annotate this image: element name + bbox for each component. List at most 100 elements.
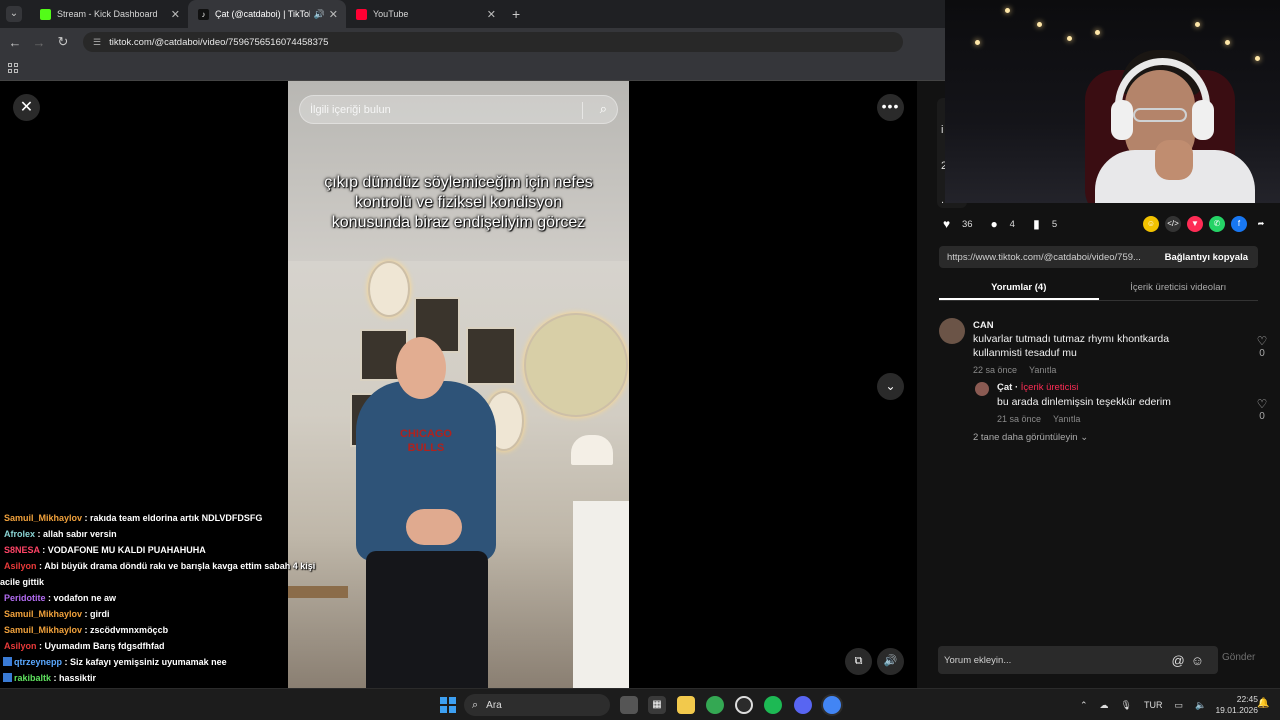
copy-link-button[interactable]: Bağlantıyı kopyala [1155,252,1258,263]
chat-message: Samuil_Mikhaylov : zscödvmnxmöçcb [0,622,330,638]
video-lamp [571,435,613,465]
chrome-icon[interactable] [706,696,724,714]
whatsapp-icon[interactable]: ✆ [1209,216,1225,232]
notification-bell-icon[interactable]: 🔔 [1257,698,1269,709]
search-icon[interactable]: ⌕ [600,101,607,117]
more-options-button[interactable]: ••• [877,94,904,121]
video-poster [524,313,628,417]
tab-search-chevron-icon[interactable]: ⌄ [6,6,22,22]
site-settings-icon[interactable]: ☰ [93,37,101,48]
discord-icon[interactable] [794,696,812,714]
chat-username[interactable]: Asilyon [4,641,37,651]
chat-text: : zscödvmnxmöçcb [84,625,169,635]
chat-username[interactable]: Peridotite [4,593,46,603]
video-poster [466,327,516,385]
taskbar-search-label: Ara [486,699,502,711]
volume-button[interactable]: 🔊 [877,648,904,675]
comment-text: kulvarlar tutmadı tutmaz rhymı khontkard… [973,333,1170,359]
tray-chevron-icon[interactable]: ⌃ [1080,700,1088,711]
comment-action[interactable]: ● 4 [987,217,1014,232]
video-person-legs [366,551,488,688]
fairy-light [1005,8,1010,13]
microphone-icon[interactable]: 🎙 [1121,700,1132,711]
reply-like[interactable]: ♡ 0 [1255,397,1269,422]
embed-icon[interactable]: </> [1165,216,1181,232]
related-search-input[interactable]: İlgili içeriği bulun ⌕ [299,95,618,124]
chat-username[interactable]: rakibaltk [14,673,51,683]
system-tray: ⌃ ☁ 🎙 TUR ▭ 🔈 [1080,689,1218,720]
reload-icon[interactable]: ↻ [51,34,75,50]
webcam-overlay [945,0,1280,203]
comment-like[interactable]: ♡ 0 [1255,334,1269,359]
store-icon[interactable]: ▦ [648,696,666,714]
browser-nav-bar: ← → ↻ ☰ tiktok.com/@catdaboi/video/75967… [0,28,945,56]
save-action[interactable]: ▮ 5 [1029,217,1057,232]
file-explorer-icon[interactable] [677,696,695,714]
back-icon[interactable]: ← [3,35,27,50]
speaker-icon[interactable]: 🔈 [1195,700,1206,711]
close-tab-icon[interactable]: ✕ [487,8,496,21]
search-placeholder: İlgili içeriği bulun [310,103,391,116]
share-link-text[interactable]: https://www.tiktok.com/@catdaboi/video/7… [939,252,1155,263]
avatar[interactable] [975,382,989,396]
reply-author[interactable]: Çat · İçerik üreticisi [997,382,1078,393]
chrome-active-icon[interactable] [823,696,841,714]
language-indicator[interactable]: TUR [1144,700,1163,710]
avatar[interactable] [939,318,965,344]
tab-creator-videos[interactable]: İçerik üreticisi videoları [1099,277,1259,300]
share-arrow-icon[interactable]: ➦ [1253,216,1269,232]
floating-player-button[interactable]: ⧉ [845,648,872,675]
taskbar-search[interactable]: ⌕ Ara [464,694,610,716]
tab-audio-icon[interactable]: 🔊 [314,9,325,20]
chat-username[interactable]: Samuil_Mikhaylov [4,625,82,635]
new-tab-icon[interactable]: + [512,6,520,22]
address-bar[interactable]: ☰ tiktok.com/@catdaboi/video/75967565160… [83,32,903,52]
like-action[interactable]: ♥ 36 [939,217,973,232]
close-tab-icon[interactable]: ✕ [171,8,180,21]
send-comment-button[interactable]: Gönder [1222,652,1255,663]
comment-input[interactable]: Yorum ekleyin... @☺ [938,646,1218,674]
view-more-replies[interactable]: 2 tane daha görüntüleyin ⌄ [973,432,1088,443]
fairy-light [975,40,980,45]
video-player[interactable]: CHICAGO BULLS İlgili içeriği bulun ⌕ çık… [288,81,629,688]
onedrive-icon[interactable]: ☁ [1100,700,1109,711]
spotify-icon[interactable] [764,696,782,714]
windows-start-icon[interactable] [440,697,456,713]
tab-tiktok[interactable]: ♪ Çat (@catdaboi) | TikTok 🔊 ✕ [188,0,346,28]
tab-kick-dashboard[interactable]: Stream - Kick Dashboard ✕ [30,0,188,28]
close-viewer-button[interactable]: ✕ [13,94,40,121]
reply-like-count: 0 [1259,411,1265,422]
obs-icon[interactable] [735,696,753,714]
heart-icon[interactable]: ♥ [939,217,954,232]
tab-youtube[interactable]: YouTube ✕ [346,0,504,28]
chat-text: : vodafon ne aw [48,593,117,603]
close-tab-icon[interactable]: ✕ [329,8,338,21]
task-view-icon[interactable] [620,696,638,714]
emoji-share-icon[interactable]: ☺ [1143,216,1159,232]
chat-username[interactable]: Samuil_Mikhaylov [4,513,82,523]
chat-message: Samuil_Mikhaylov : girdi [0,606,330,622]
chat-username[interactable]: Afrolex [4,529,35,539]
reply-link[interactable]: Yanıtla [1053,414,1080,424]
chat-username[interactable]: qtrzeynepp [14,657,62,667]
comment-author[interactable]: CAN [973,320,994,331]
mention-emoji-icons[interactable]: @☺ [1172,653,1210,668]
taskbar-clock[interactable]: 22:45 19.01.2026 [1208,694,1258,716]
apps-grid-icon[interactable] [8,63,18,73]
bookmark-icon[interactable]: ▮ [1029,217,1044,232]
tab-comments[interactable]: Yorumlar (4) [939,277,1099,300]
chat-username[interactable]: Asilyon [4,561,37,571]
comment-icon[interactable]: ● [987,217,1002,232]
next-video-button[interactable]: ⌄ [877,373,904,400]
streamer-hand [1155,140,1193,180]
chat-username[interactable]: Samuil_Mikhaylov [4,609,82,619]
reply-link[interactable]: Yanıtla [1029,365,1056,375]
forward-icon[interactable]: → [27,35,51,50]
share-link-box: https://www.tiktok.com/@catdaboi/video/7… [939,246,1258,268]
network-icon[interactable]: ▭ [1174,700,1183,711]
chat-username[interactable]: S8NESA [4,545,40,555]
creator-badge: İçerik üreticisi [1020,382,1079,393]
send-to-friends-icon[interactable]: ▼ [1187,216,1203,232]
search-divider [582,102,583,119]
facebook-icon[interactable]: f [1231,216,1247,232]
